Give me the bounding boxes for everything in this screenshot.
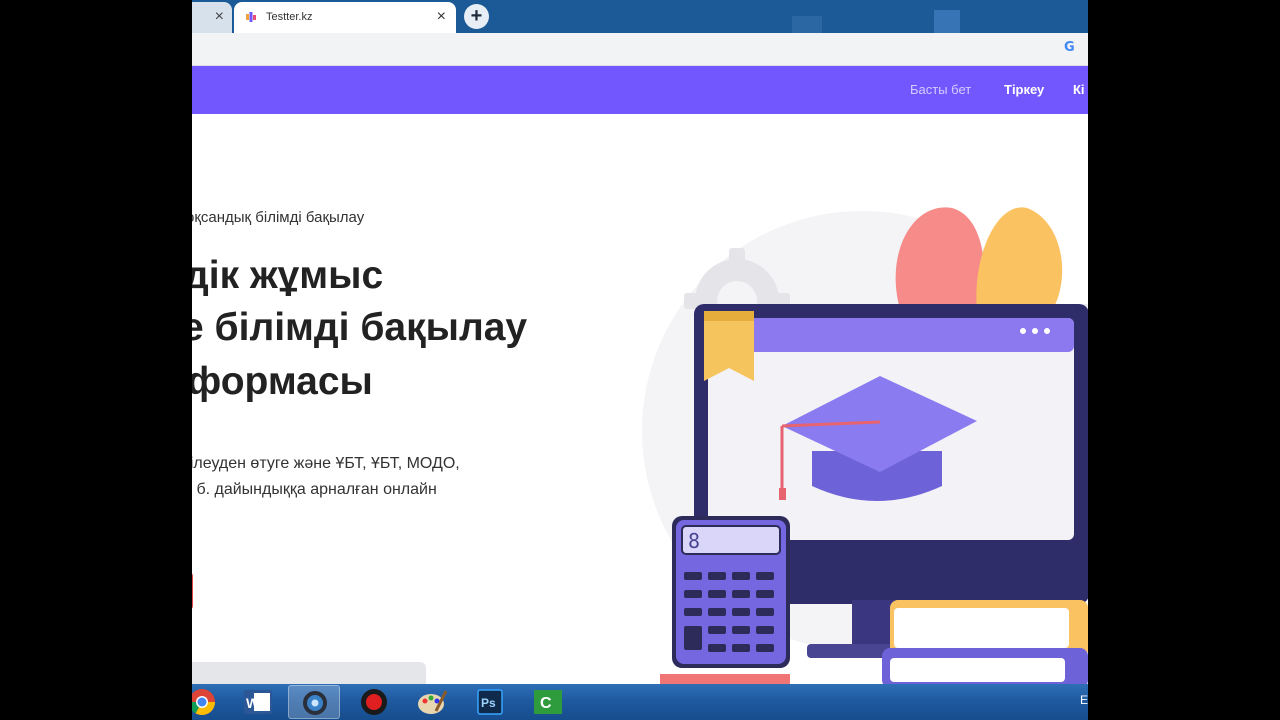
site-navbar: Басты бет Тіркеу Кі	[192, 66, 1088, 114]
taskbar-app-word[interactable]: W	[232, 685, 284, 719]
webcam-icon	[303, 691, 327, 715]
hero-description-line: гілеуден өтуге және ҰБТ, ҰБТ, МОДО,	[192, 455, 460, 472]
new-tab-button[interactable]: +	[464, 4, 489, 29]
hero-illustration: 8	[642, 207, 1088, 686]
record-icon	[361, 689, 387, 715]
site-favicon-icon	[246, 12, 256, 22]
chrome-icon	[192, 689, 216, 716]
browser-tab-strip: × Testter.kz × +	[192, 0, 1088, 33]
nav-link-login[interactable]: Кі	[1073, 82, 1085, 97]
taskbar-app-paint[interactable]	[406, 685, 458, 719]
desktop-icon-ghost	[792, 16, 822, 33]
active-tab[interactable]: Testter.kz ×	[234, 2, 456, 33]
hero-title-line: тформасы	[192, 360, 373, 403]
taskbar-app-recorder[interactable]	[348, 685, 400, 719]
taskbar-app-camtasia[interactable]: C	[522, 685, 574, 719]
svg-text:C: C	[540, 695, 552, 712]
google-icon: G	[1064, 40, 1075, 55]
hero-subtitle: Тоқсандық білімді бақылау	[192, 209, 365, 226]
photoshop-icon: Ps	[477, 689, 503, 715]
address-bar[interactable]: G	[192, 33, 1088, 66]
nav-link-home[interactable]: Басты бет	[910, 82, 971, 97]
close-tab-icon[interactable]: ×	[437, 8, 446, 26]
calculator-display: 8	[688, 529, 700, 553]
calculator-icon: 8	[672, 516, 790, 668]
svg-text:W: W	[246, 695, 260, 711]
taskbar-app-chrome[interactable]	[192, 685, 228, 719]
tab-title: Testter.kz	[266, 11, 313, 23]
books-icon	[882, 600, 1088, 686]
camtasia-icon: C	[534, 690, 562, 714]
desktop-icon-ghost	[934, 10, 960, 33]
close-tab-icon[interactable]: ×	[215, 8, 224, 26]
bottom-panel	[192, 662, 426, 686]
hero-title-line: дік жұмыс	[192, 254, 384, 297]
hero-description-line: т. б. дайындыққа арналған онлайн	[192, 481, 437, 498]
previous-tab[interactable]: ×	[192, 2, 232, 33]
hero-title-line: е білімді бақылау	[192, 306, 528, 349]
screen: × Testter.kz × + G Басты бет Тіркеу Кі Т…	[192, 0, 1088, 720]
cta-button[interactable]	[192, 572, 193, 610]
nav-link-register[interactable]: Тіркеу	[1004, 82, 1044, 97]
os-taskbar: W Ps C E	[192, 684, 1088, 720]
language-indicator[interactable]: E	[1080, 693, 1088, 707]
word-icon: W	[244, 690, 272, 714]
taskbar-app-webcam[interactable]	[288, 685, 340, 719]
paint-icon	[418, 690, 448, 714]
svg-text:Ps: Ps	[481, 696, 496, 710]
taskbar-app-photoshop[interactable]: Ps	[464, 685, 516, 719]
